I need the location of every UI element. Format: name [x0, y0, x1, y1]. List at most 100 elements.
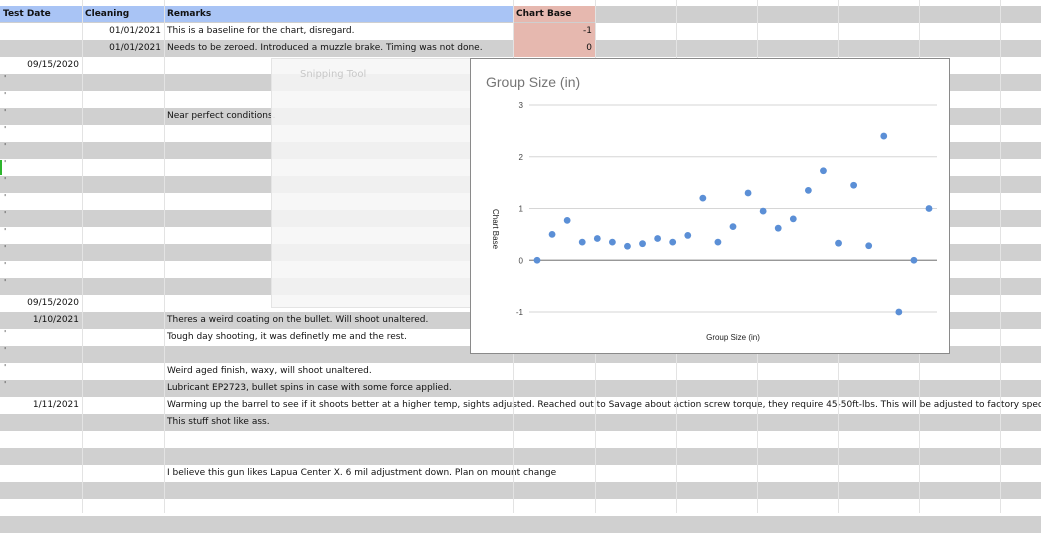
cell-test-date[interactable] — [0, 227, 82, 244]
cell-cleaning[interactable] — [82, 482, 164, 499]
cell-test-date[interactable] — [0, 108, 82, 125]
cell-test-date[interactable]: 1/11/2021 — [0, 397, 82, 414]
cell-test-date[interactable] — [0, 40, 82, 57]
scatter-chart[interactable]: Group Size (in) Chart Base Group Size (i… — [470, 58, 950, 354]
cell-test-date[interactable] — [0, 448, 82, 465]
data-point[interactable] — [744, 189, 752, 197]
cell-cleaning[interactable] — [82, 142, 164, 159]
data-point[interactable] — [548, 230, 556, 238]
cell-cleaning[interactable] — [82, 516, 164, 533]
cell-test-date[interactable] — [0, 125, 82, 142]
cell-test-date[interactable] — [0, 482, 82, 499]
cell-remarks[interactable]: Weird aged finish, waxy, will shoot unal… — [164, 363, 375, 380]
cell-cleaning[interactable] — [82, 125, 164, 142]
data-point[interactable] — [895, 308, 903, 316]
data-point[interactable] — [669, 238, 677, 246]
cell-cleaning[interactable] — [82, 244, 164, 261]
cell-cleaning[interactable] — [82, 295, 164, 312]
cell-test-date[interactable] — [0, 363, 82, 380]
data-point[interactable] — [578, 238, 586, 246]
cell-test-date[interactable] — [0, 278, 82, 295]
data-point[interactable] — [820, 167, 827, 175]
cell-remarks[interactable]: Warming up the barrel to see if it shoot… — [164, 397, 1041, 414]
cell-cleaning[interactable] — [82, 193, 164, 210]
cell-remarks[interactable] — [164, 516, 170, 533]
data-point[interactable] — [563, 217, 571, 224]
cell-chart-base[interactable] — [513, 397, 595, 414]
cell-cleaning[interactable] — [82, 380, 164, 397]
table-row[interactable]: 01/01/2021 This is a baseline for the cha… — [0, 23, 1041, 40]
data-point[interactable] — [850, 181, 858, 189]
cell-chart-base[interactable] — [513, 482, 595, 499]
data-point[interactable] — [654, 235, 662, 242]
cell-cleaning[interactable] — [82, 159, 164, 176]
table-row[interactable]: Weird aged finish, waxy, will shoot unal… — [0, 363, 1041, 380]
cell-remarks[interactable]: Tough day shooting, it was definetly me … — [164, 329, 410, 346]
cell-chart-base[interactable] — [513, 499, 595, 516]
data-point[interactable] — [684, 232, 692, 239]
cell-cleaning[interactable] — [82, 57, 164, 74]
cell-test-date[interactable] — [0, 431, 82, 448]
cell-cleaning[interactable]: 01/01/2021 — [82, 40, 164, 57]
data-point[interactable] — [880, 132, 888, 140]
cell-chart-base[interactable] — [513, 363, 595, 380]
cell-cleaning[interactable] — [82, 448, 164, 465]
cell-remarks[interactable]: Needs to be zeroed. Introduced a muzzle … — [164, 40, 486, 57]
data-point[interactable] — [804, 186, 812, 194]
header-cleaning[interactable]: Cleaning — [82, 6, 164, 22]
cell-cleaning[interactable] — [82, 176, 164, 193]
table-row[interactable]: This stuff shot like ass. — [0, 414, 1041, 431]
cell-remarks[interactable]: Theres a weird coating on the bullet. Wi… — [164, 312, 431, 329]
cell-chart-base[interactable] — [513, 380, 595, 397]
cell-test-date[interactable] — [0, 193, 82, 210]
cell-cleaning[interactable]: 01/01/2021 — [82, 23, 164, 40]
cell-cleaning[interactable] — [82, 499, 164, 516]
cell-chart-base[interactable]: 0 — [513, 40, 595, 57]
data-point[interactable] — [533, 256, 541, 264]
table-row[interactable] — [0, 482, 1041, 499]
table-row[interactable]: Lubricant EP2723, bullet spins in case w… — [0, 380, 1041, 397]
data-point[interactable] — [714, 238, 722, 246]
cell-cleaning[interactable] — [82, 210, 164, 227]
cell-cleaning[interactable] — [82, 261, 164, 278]
cell-test-date[interactable] — [0, 176, 82, 193]
cell-cleaning[interactable] — [82, 363, 164, 380]
cell-cleaning[interactable] — [82, 414, 164, 431]
cell-remarks[interactable]: This stuff shot like ass. — [164, 414, 273, 431]
cell-test-date[interactable] — [0, 261, 82, 278]
cell-test-date[interactable] — [0, 516, 82, 533]
cell-test-date[interactable]: 09/15/2020 — [0, 295, 82, 312]
cell-test-date[interactable]: 09/15/2020 — [0, 57, 82, 74]
data-point[interactable] — [639, 240, 646, 248]
table-row[interactable] — [0, 448, 1041, 465]
cell-test-date[interactable] — [0, 244, 82, 261]
cell-test-date[interactable] — [0, 142, 82, 159]
cell-cleaning[interactable] — [82, 312, 164, 329]
cell-cleaning[interactable] — [82, 431, 164, 448]
cell-test-date[interactable] — [0, 329, 82, 346]
data-point[interactable] — [910, 256, 918, 264]
data-point[interactable] — [925, 205, 933, 212]
cell-cleaning[interactable] — [82, 346, 164, 363]
table-row[interactable] — [0, 516, 1041, 533]
cell-chart-base[interactable] — [513, 414, 595, 431]
cell-test-date[interactable] — [0, 23, 82, 40]
cell-test-date[interactable] — [0, 91, 82, 108]
cell-chart-base[interactable] — [513, 516, 595, 533]
table-row[interactable] — [0, 499, 1041, 516]
data-point[interactable] — [835, 239, 842, 247]
data-point[interactable] — [593, 235, 601, 242]
table-row[interactable]: 01/01/2021 Needs to be zeroed. Introduced… — [0, 40, 1041, 57]
cell-remarks[interactable]: I believe this gun likes Lapua Center X.… — [164, 465, 559, 482]
cell-chart-base[interactable]: -1 — [513, 23, 595, 40]
cell-test-date[interactable] — [0, 414, 82, 431]
cell-cleaning[interactable] — [82, 329, 164, 346]
cell-test-date[interactable] — [0, 210, 82, 227]
cell-test-date[interactable] — [0, 499, 82, 516]
cell-cleaning[interactable] — [82, 278, 164, 295]
table-row[interactable]: 1/11/2021 Warming up the barrel to see if… — [0, 397, 1041, 414]
header-chart-base[interactable]: Chart Base — [513, 6, 595, 22]
cell-chart-base[interactable] — [513, 431, 595, 448]
cell-cleaning[interactable] — [82, 74, 164, 91]
cell-test-date[interactable] — [0, 465, 82, 482]
